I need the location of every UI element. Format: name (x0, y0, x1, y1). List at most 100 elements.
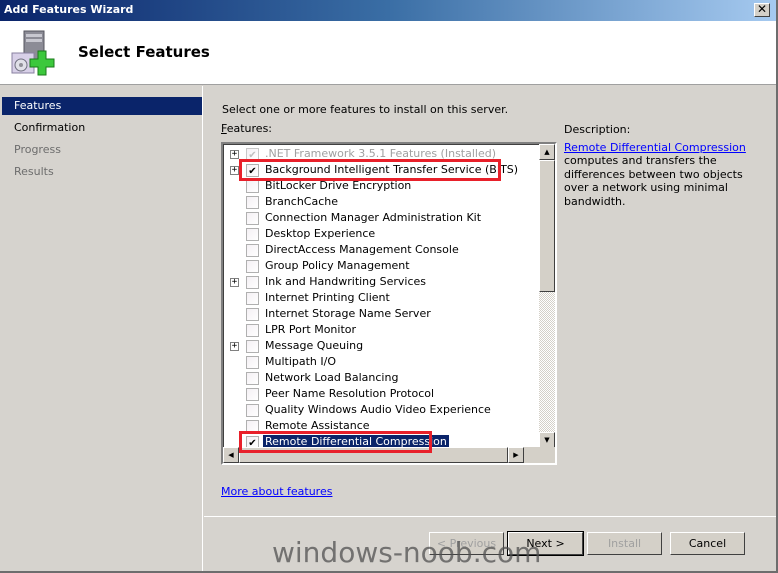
feature-label[interactable]: BitLocker Drive Encryption (263, 179, 413, 193)
sidebar-item-progress: Progress (14, 143, 61, 156)
feature-checkbox[interactable] (246, 260, 259, 273)
feature-checkbox[interactable] (246, 420, 259, 433)
feature-row[interactable]: DirectAccess Management Console (223, 242, 539, 258)
feature-checkbox[interactable] (246, 180, 259, 193)
scroll-down-button[interactable]: ▼ (539, 432, 555, 448)
description-feature-link[interactable]: Remote Differential Compression (564, 141, 746, 154)
feature-label[interactable]: Quality Windows Audio Video Experience (263, 403, 493, 417)
more-about-features-link[interactable]: More about features (221, 485, 332, 498)
feature-row[interactable]: + Message Queuing (223, 338, 539, 354)
feature-label[interactable]: Internet Storage Name Server (263, 307, 433, 321)
feature-row[interactable]: + Background Intelligent Transfer Service… (223, 162, 539, 178)
feature-row[interactable]: Internet Storage Name Server (223, 306, 539, 322)
feature-label[interactable]: DirectAccess Management Console (263, 243, 461, 257)
horizontal-scroll-thumb[interactable] (239, 447, 508, 463)
feature-checkbox[interactable] (246, 388, 259, 401)
feature-row[interactable]: Internet Printing Client (223, 290, 539, 306)
previous-button[interactable]: < Previous (429, 532, 504, 555)
horizontal-scrollbar[interactable]: ◀ ▶ (223, 447, 539, 463)
feature-label[interactable]: LPR Port Monitor (263, 323, 358, 337)
page-title: Select Features (78, 43, 210, 61)
feature-row[interactable]: Peer Name Resolution Protocol (223, 386, 539, 402)
feature-checkbox[interactable] (246, 212, 259, 225)
feature-checkbox[interactable] (246, 196, 259, 209)
sidebar-item-features[interactable]: Features (2, 97, 202, 115)
feature-label[interactable]: Group Policy Management (263, 259, 412, 273)
description-text: computes and transfers the differences b… (564, 154, 743, 208)
sidebar-item-confirmation[interactable]: Confirmation (2, 119, 202, 137)
server-add-feature-icon (11, 30, 55, 76)
feature-row[interactable]: Multipath I/O (223, 354, 539, 370)
feature-label[interactable]: Multipath I/O (263, 355, 338, 369)
feature-label[interactable]: .NET Framework 3.5.1 Features (Installed… (263, 147, 498, 161)
instruction-text: Select one or more features to install o… (222, 103, 509, 116)
description-label: Description: (564, 123, 631, 136)
arrow-left-icon: ◀ (228, 451, 234, 459)
feature-label[interactable]: Ink and Handwriting Services (263, 275, 428, 289)
wizard-sidebar: Features Confirmation Progress Results (0, 86, 203, 571)
features-label-text: eatures: (226, 122, 273, 135)
feature-checkbox[interactable] (246, 244, 259, 257)
feature-row[interactable]: + .NET Framework 3.5.1 Features (Installe… (223, 146, 539, 162)
next-button[interactable]: Next > (507, 531, 584, 556)
sidebar-item-results: Results (14, 165, 54, 178)
feature-row[interactable]: Remote Differential Compression (223, 434, 539, 448)
cancel-button[interactable]: Cancel (670, 532, 745, 555)
feature-checkbox[interactable] (246, 340, 259, 353)
expand-icon[interactable]: + (230, 150, 239, 159)
arrow-down-icon: ▼ (544, 436, 550, 444)
feature-checkbox[interactable] (246, 404, 259, 417)
expand-icon[interactable]: + (230, 342, 239, 351)
install-button[interactable]: Install (587, 532, 662, 555)
feature-row[interactable]: BranchCache (223, 194, 539, 210)
feature-label[interactable]: Peer Name Resolution Protocol (263, 387, 436, 401)
scrollbar-corner (539, 447, 555, 463)
feature-row[interactable]: Quality Windows Audio Video Experience (223, 402, 539, 418)
feature-checkbox[interactable] (246, 292, 259, 305)
feature-row[interactable]: Desktop Experience (223, 226, 539, 242)
expand-icon[interactable]: + (230, 166, 239, 175)
arrow-right-icon: ▶ (513, 451, 519, 459)
feature-label[interactable]: Background Intelligent Transfer Service … (263, 163, 520, 177)
feature-row[interactable]: BitLocker Drive Encryption (223, 178, 539, 194)
feature-row[interactable]: + Ink and Handwriting Services (223, 274, 539, 290)
feature-row[interactable]: Remote Assistance (223, 418, 539, 434)
features-tree-list[interactable]: + .NET Framework 3.5.1 Features (Installe… (221, 142, 557, 465)
vertical-scroll-thumb[interactable] (539, 160, 555, 292)
feature-checkbox[interactable] (246, 164, 259, 177)
close-icon: ✕ (756, 2, 768, 16)
feature-label[interactable]: Message Queuing (263, 339, 365, 353)
vertical-scrollbar[interactable]: ▲ ▼ (539, 144, 555, 448)
feature-checkbox[interactable] (246, 372, 259, 385)
feature-checkbox[interactable] (246, 276, 259, 289)
features-list-content: + .NET Framework 3.5.1 Features (Installe… (223, 144, 539, 448)
wizard-header: Select Features (0, 21, 776, 85)
feature-row[interactable]: Connection Manager Administration Kit (223, 210, 539, 226)
feature-row[interactable]: Network Load Balancing (223, 370, 539, 386)
features-label: Features: (221, 122, 272, 135)
feature-label[interactable]: Connection Manager Administration Kit (263, 211, 483, 225)
arrow-up-icon: ▲ (544, 148, 550, 156)
scroll-up-button[interactable]: ▲ (539, 144, 555, 160)
feature-checkbox[interactable] (246, 228, 259, 241)
wizard-footer: < Previous Next > Install Cancel (204, 516, 776, 571)
feature-label[interactable]: Desktop Experience (263, 227, 377, 241)
scroll-left-button[interactable]: ◀ (223, 447, 239, 463)
feature-label[interactable]: Internet Printing Client (263, 291, 392, 305)
feature-checkbox[interactable] (246, 356, 259, 369)
feature-label[interactable]: BranchCache (263, 195, 340, 209)
feature-label[interactable]: Remote Assistance (263, 419, 372, 433)
title-bar: Add Features Wizard ✕ (0, 0, 776, 21)
window-title: Add Features Wizard (4, 3, 134, 16)
feature-checkbox[interactable] (246, 148, 259, 161)
feature-checkbox[interactable] (246, 324, 259, 337)
close-button[interactable]: ✕ (754, 3, 770, 17)
feature-label[interactable]: Network Load Balancing (263, 371, 400, 385)
expand-icon[interactable]: + (230, 278, 239, 287)
main-panel: Select one or more features to install o… (204, 86, 776, 516)
add-features-wizard-window: Add Features Wizard ✕ Select Features Fe… (0, 0, 778, 573)
feature-checkbox[interactable] (246, 308, 259, 321)
scroll-right-button[interactable]: ▶ (508, 447, 524, 463)
feature-row[interactable]: LPR Port Monitor (223, 322, 539, 338)
feature-row[interactable]: Group Policy Management (223, 258, 539, 274)
